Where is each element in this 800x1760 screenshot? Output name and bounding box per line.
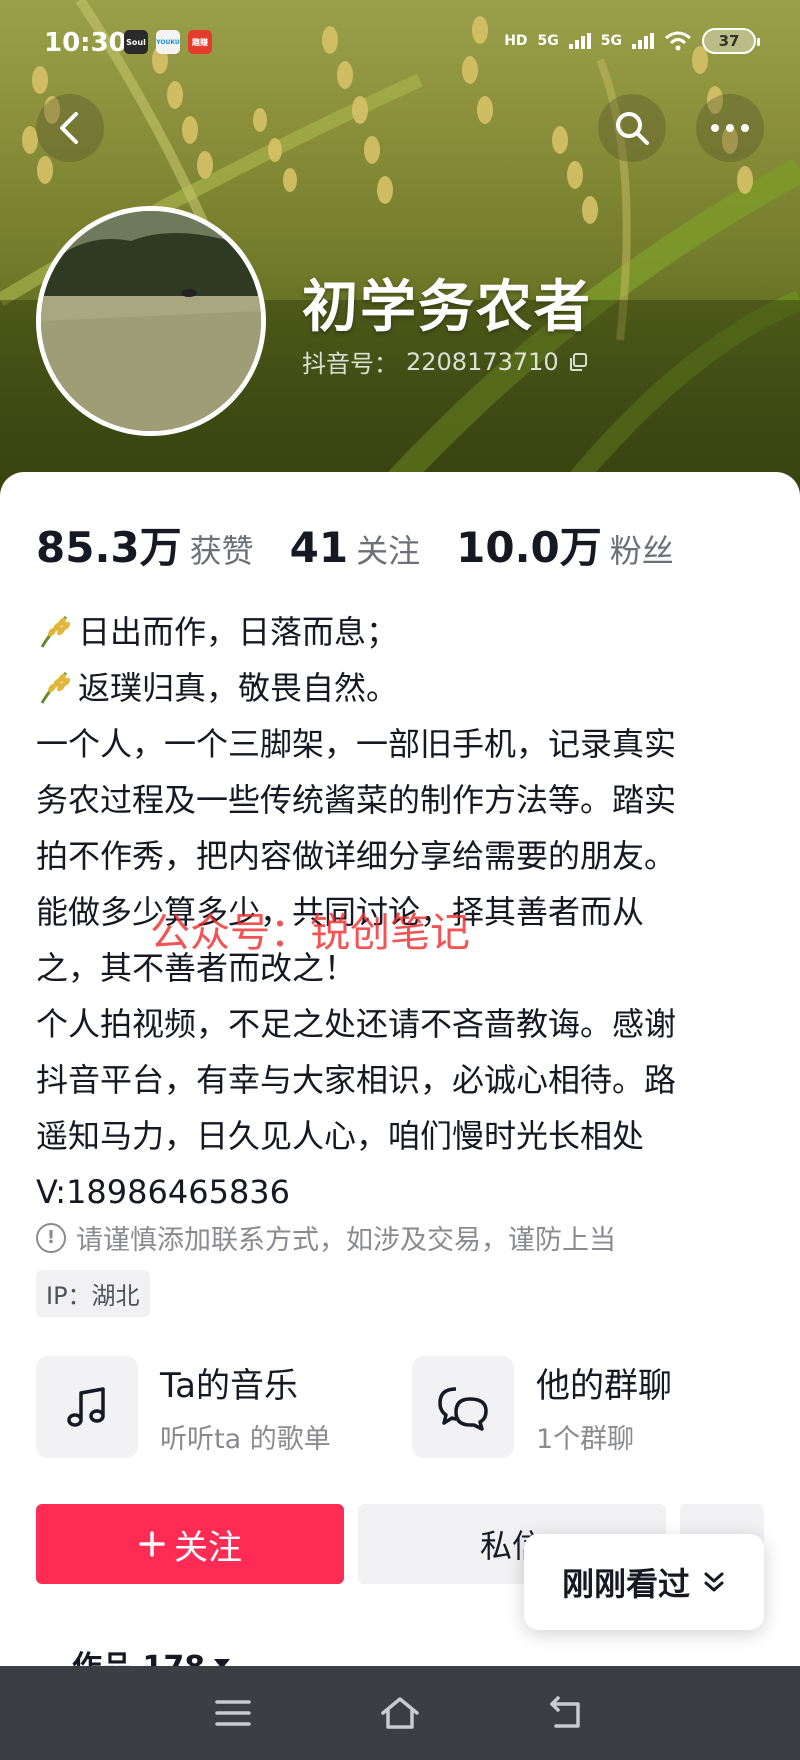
music-icon-box [36,1356,138,1458]
follow-button-label: 关注 [174,1527,242,1568]
status-app-icons: Soul YOUKU 趣赚 [124,30,212,54]
more-options-button[interactable] [696,94,764,162]
status-indicators: HD 5G 5G 37 [504,28,760,54]
music-entry-subtitle: 听听ta 的歌单 [160,1424,331,1455]
ip-location-tag: IP：湖北 [36,1270,150,1317]
stat-following[interactable]: 41 关注 [290,523,420,572]
signal-bars-icon-2 [632,33,654,49]
menu-icon [215,1700,252,1726]
music-entry-text: Ta的音乐 听听ta 的歌单 [160,1358,331,1456]
youku-app-icon: YOUKU [156,30,180,54]
bio-line: V:18986465836 [36,1173,291,1211]
stat-likes[interactable]: 85.3万 获赞 [36,514,254,575]
return-icon [549,1696,580,1728]
more-dots-icon [711,124,749,132]
stat-likes-value: 85.3万 [36,523,182,572]
wifi-icon [665,31,691,51]
soul-app-icon: Soul [124,30,148,54]
bio-line: 之，其不善者而改之！ [36,949,357,987]
group-chat-entry-text: 他的群聊 1个群聊 [536,1358,672,1456]
home-icon [381,1697,419,1729]
music-entry-title: Ta的音乐 [160,1366,298,1406]
group-chat-entry-subtitle: 1个群聊 [536,1424,635,1455]
profile-banner: 10:30 Soul YOUKU 趣赚 HD 5G 5G 37 初学务农者 抖音… [0,0,800,500]
douyin-id[interactable]: 抖音号： 2208173710 [302,344,589,379]
home-button[interactable] [370,1683,430,1743]
bio-line: 拍不作秀，把内容做详细分享给需要的朋友。 [36,837,677,875]
plus-icon [139,1531,165,1557]
chat-bubbles-icon [438,1387,488,1431]
avatar-image [41,211,261,431]
contact-warning: ! 请谨慎添加联系方式，如涉及交易，谨防上当 [36,1218,616,1257]
bio-line: 务农过程及一些传统酱菜的制作方法等。踏实 [36,781,677,819]
qz-app-icon: 趣赚 [188,30,212,54]
bio-line: 返璞归真，敬畏自然。 [36,660,766,716]
status-time: 10:30 [44,28,127,58]
group-chat-entry-title: 他的群聊 [536,1366,672,1406]
follow-button[interactable]: 关注 [36,1504,344,1584]
bio-line: 能做多少算多少，共同讨论，择其善者而从 [36,893,645,931]
stat-followers-label: 粉丝 [609,532,674,570]
search-icon [616,112,649,145]
contact-warning-text: 请谨慎添加联系方式，如涉及交易，谨防上当 [76,1225,616,1256]
signal-bars-icon [568,33,591,49]
back-system-button[interactable] [537,1683,597,1743]
music-note-icon [67,1387,105,1427]
recently-viewed-label: 刚刚看过 [561,1565,690,1603]
stats-row: 85.3万 获赞 41 关注 10.0万 粉丝 [36,514,710,575]
bio-text: 日出而作，日落而息； 返璞归真，敬畏自然。 一个人，一个三脚架，一部旧手机，记录… [36,604,766,1220]
bio-line-text: 日出而作，日落而息； [78,613,399,651]
stat-following-value: 41 [289,523,349,572]
bio-line: 一个人，一个三脚架，一部旧手机，记录真实 [36,725,677,763]
music-entry[interactable]: Ta的音乐 听听ta 的歌单 [36,1356,331,1458]
double-chevron-down-icon [704,1572,724,1592]
bio-line: 抖音平台，有幸与大家相识，必诚心相待。路 [36,1061,677,1099]
bio-line-text: 返璞归真，敬畏自然。 [78,669,399,707]
search-button[interactable] [598,94,666,162]
chevron-left-icon [60,112,78,144]
info-icon: ! [36,1222,66,1253]
douyin-id-value: 2208173710 [406,347,559,376]
stat-followers-value: 10.0万 [456,523,602,572]
username: 初学务农者 [302,275,592,340]
battery-indicator: 37 [702,28,760,54]
copy-icon[interactable] [567,351,589,373]
recently-viewed-button[interactable]: 刚刚看过 [524,1534,764,1630]
system-navigation-bar [0,1666,800,1760]
menu-button[interactable] [203,1683,263,1743]
rice-icon [40,615,70,648]
back-button[interactable] [36,94,104,162]
stat-followers[interactable]: 10.0万 粉丝 [456,514,674,575]
bio-line: 日出而作，日落而息； [36,604,766,660]
group-chat-entry[interactable]: 他的群聊 1个群聊 [412,1356,672,1458]
stat-likes-label: 获赞 [189,532,254,570]
stat-following-label: 关注 [356,532,421,570]
signal-5g-icon-2: 5G [600,33,622,49]
group-chat-icon-box [412,1356,514,1458]
avatar[interactable] [36,206,266,436]
signal-5g-icon: 5G [537,33,559,49]
rice-icon [40,671,70,704]
hd-icon: HD [504,33,528,49]
douyin-id-label: 抖音号： [302,350,398,378]
bio-line: 个人拍视频，不足之处还请不吝啬教诲。感谢 [36,1005,677,1043]
bio-line: 遥知马力，日久见人心，咱们慢时光长相处 [36,1117,645,1155]
